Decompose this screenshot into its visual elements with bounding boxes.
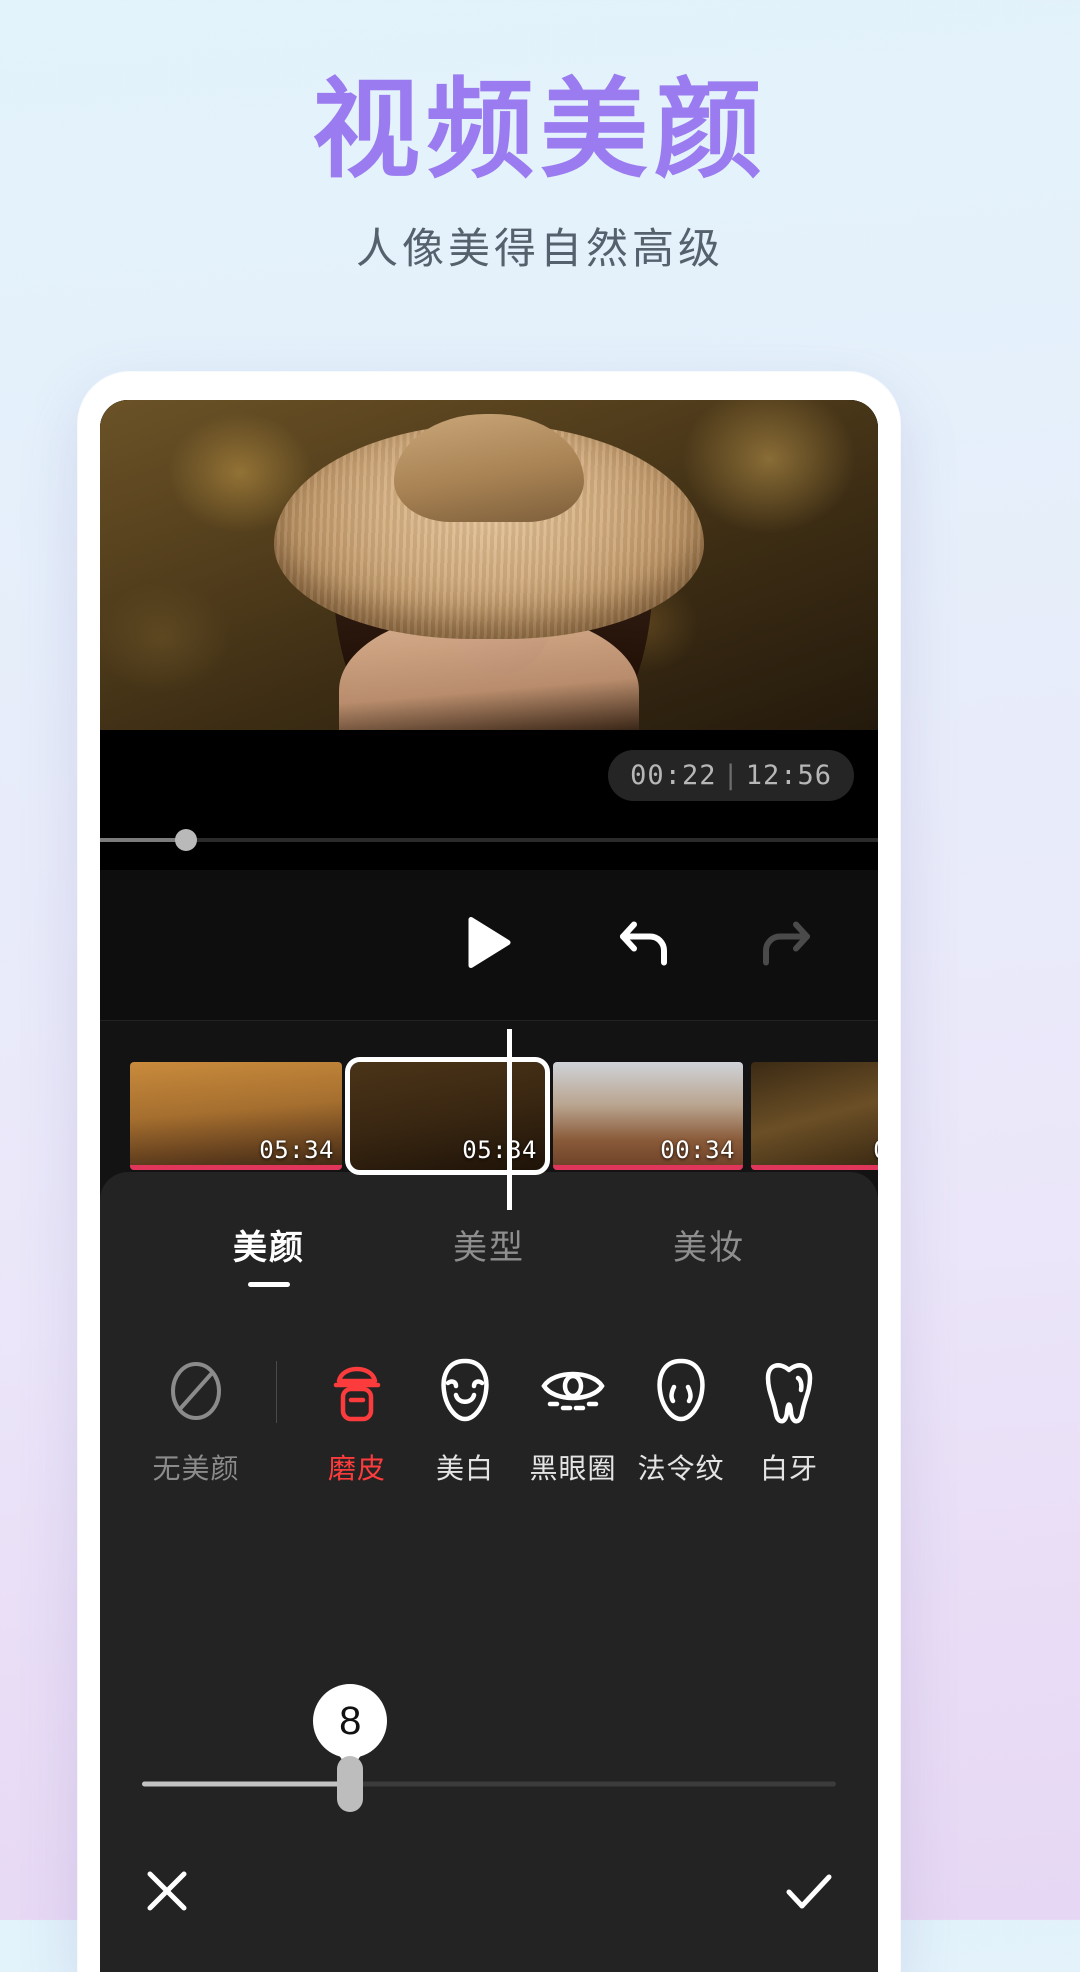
beauty-panel: 美颜 美型 美妆 无美颜 磨皮 美白 黑眼圈 法令纹 白牙 8	[100, 1172, 878, 1972]
playhead[interactable]	[507, 1029, 512, 1210]
tool-whiten[interactable]: 美白	[411, 1347, 519, 1487]
slider-track[interactable]	[142, 1781, 836, 1787]
tool-label: 黑眼圈	[529, 1453, 617, 1484]
tool-label: 法令纹	[637, 1453, 725, 1484]
scrubber-fill	[100, 838, 186, 842]
table-row[interactable]: 05:04	[751, 1061, 878, 1170]
clip-marker	[751, 1164, 878, 1170]
nasolabial-lines-face-icon	[627, 1347, 735, 1435]
time-separator: |	[722, 760, 740, 791]
tool-dark-circles[interactable]: 黑眼圈	[519, 1347, 627, 1487]
slider-fill	[142, 1781, 351, 1787]
tab-reshape[interactable]: 美型	[453, 1220, 525, 1269]
tool-label: 美白	[435, 1453, 494, 1484]
table-row[interactable]: 05:34	[345, 1056, 550, 1175]
tool-divider	[276, 1361, 277, 1423]
video-preview[interactable]	[100, 400, 878, 730]
slider-handle[interactable]	[337, 1756, 364, 1812]
beauty-tool-list: 无美颜 磨皮 美白 黑眼圈 法令纹 白牙	[100, 1269, 878, 1487]
play-button[interactable]	[466, 917, 512, 974]
clip-thumbnail	[751, 1062, 878, 1170]
panel-footer	[100, 1842, 878, 1972]
phone-mockup: 00:22 | 12:56 05:34 05:34 00:34 美颜 美型 美妆…	[78, 372, 900, 1972]
tab-beauty[interactable]: 美颜	[233, 1220, 305, 1269]
total-time: 12:56	[745, 760, 832, 791]
page-subtitle: 人像美得自然高级	[355, 223, 724, 273]
tool-label: 无美颜	[152, 1453, 240, 1484]
check-icon	[786, 1874, 832, 1909]
table-row[interactable]: 05:34	[130, 1061, 342, 1170]
close-icon	[147, 1871, 187, 1911]
tool-label: 磨皮	[327, 1453, 386, 1484]
slider-value-bubble: 8	[313, 1684, 388, 1758]
undo-button[interactable]	[617, 917, 673, 974]
promo-header: 视频美颜 人像美得自然高级	[0, 0, 1080, 276]
smooth-skin-brush-icon	[303, 1347, 411, 1435]
transport-controls	[100, 870, 878, 1020]
teeth-whiten-icon	[735, 1347, 843, 1435]
redo-button	[757, 917, 813, 974]
clip-duration: 05:04	[873, 1136, 878, 1164]
whiten-face-icon	[411, 1347, 519, 1435]
intensity-slider[interactable]: 8	[142, 1684, 836, 1812]
tool-nasolabial[interactable]: 法令纹	[627, 1347, 735, 1487]
panel-tabs: 美颜 美型 美妆	[100, 1172, 878, 1269]
cancel-button[interactable]	[142, 1866, 192, 1921]
table-row[interactable]: 00:34	[553, 1061, 743, 1170]
clip-duration: 05:34	[259, 1135, 334, 1164]
clip-duration: 05:34	[462, 1135, 537, 1164]
current-time: 00:22	[630, 760, 717, 791]
video-bottom-bar: 00:22 | 12:56	[100, 730, 878, 870]
time-indicator: 00:22 | 12:56	[608, 750, 854, 801]
tool-label: 白牙	[759, 1453, 818, 1484]
dark-circles-eye-icon	[519, 1347, 627, 1435]
undo-icon	[619, 921, 667, 966]
clip-marker	[553, 1164, 743, 1170]
portrait-subject	[209, 400, 769, 730]
page-title: 视频美颜	[311, 67, 768, 193]
play-icon	[468, 917, 511, 968]
clip-duration: 00:34	[660, 1135, 735, 1164]
no-beauty-icon	[142, 1347, 250, 1435]
tool-no-beauty[interactable]: 无美颜	[142, 1347, 250, 1487]
scrubber-track[interactable]	[100, 829, 878, 851]
scrubber-handle[interactable]	[174, 829, 197, 851]
confirm-button[interactable]	[782, 1866, 836, 1921]
tab-makeup[interactable]: 美妆	[673, 1220, 745, 1269]
clip-marker	[130, 1164, 342, 1170]
tool-smooth-skin[interactable]: 磨皮	[303, 1347, 411, 1487]
phone-screen: 00:22 | 12:56 05:34 05:34 00:34 美颜 美型 美妆…	[100, 400, 878, 1972]
tool-white-teeth[interactable]: 白牙	[735, 1347, 843, 1487]
redo-icon	[762, 921, 810, 966]
